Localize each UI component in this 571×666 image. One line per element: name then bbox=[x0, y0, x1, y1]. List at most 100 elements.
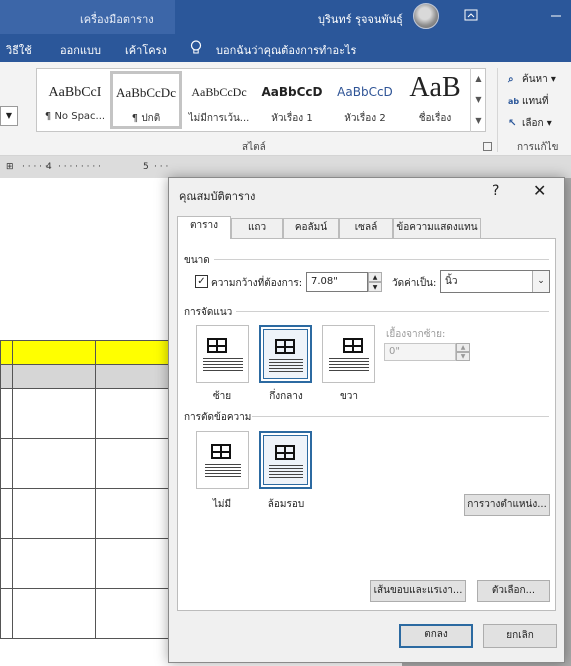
table-grid-icon bbox=[211, 444, 231, 459]
align-left-label: ซ้าย bbox=[212, 391, 232, 402]
style-name: ¶ No Spac... bbox=[44, 111, 106, 122]
minimize-icon[interactable] bbox=[548, 8, 564, 24]
style-name: หัวเรื่อง 1 bbox=[271, 113, 313, 124]
ribbon-display-icon[interactable] bbox=[463, 8, 479, 24]
alignment-section-label: การจัดแนว bbox=[184, 307, 233, 318]
tab-table[interactable]: ตาราง bbox=[177, 216, 231, 239]
align-right-option[interactable] bbox=[322, 325, 375, 383]
user-name[interactable]: บุรินทร์ รุจจนพันธุ์ bbox=[318, 10, 403, 28]
options-button[interactable]: ตัวเลือก... bbox=[477, 580, 550, 602]
group-divider bbox=[497, 68, 498, 152]
style-name: ไม่มีการเว้น... bbox=[188, 113, 250, 124]
style-sample: AaBbCcD bbox=[261, 85, 323, 99]
tab-help[interactable]: วิธีใช้ bbox=[6, 41, 32, 59]
select-button[interactable]: ↖ เลือก ▾ bbox=[508, 116, 552, 131]
chevron-down-icon[interactable]: ▼ bbox=[0, 106, 18, 126]
table-properties-dialog: คุณสมบัติตาราง ? ✕ ตาราง แถว คอลัมน์ เซล… bbox=[168, 177, 565, 663]
text-lines-icon bbox=[269, 465, 303, 479]
table-grid-icon bbox=[343, 338, 363, 353]
align-center-option[interactable] bbox=[259, 325, 312, 383]
wrap-around-label: ล้อมรอบ bbox=[267, 499, 305, 510]
size-section-label: ขนาด bbox=[184, 255, 210, 266]
styles-group-label: สไตล์ bbox=[242, 142, 266, 153]
ruler-number: 5 bbox=[143, 162, 149, 172]
styles-gallery: AaBbCcI ¶ No Spac... AaBbCcDc ¶ ปกติ AaB… bbox=[36, 68, 486, 132]
spin-down-icon[interactable]: ▼ bbox=[368, 282, 382, 292]
style-sample: AaB bbox=[409, 72, 461, 103]
preferred-width-checkbox[interactable]: ✓ bbox=[195, 275, 208, 288]
spin-up-icon[interactable]: ▲ bbox=[368, 272, 382, 282]
wrap-around-option[interactable] bbox=[259, 431, 312, 489]
tab-row[interactable]: แถว bbox=[231, 218, 283, 238]
style-sample: AaBbCcI bbox=[48, 85, 102, 100]
ruler-dots: · · · · · · · · bbox=[58, 162, 101, 172]
style-no-spacing[interactable]: AaBbCcI ¶ No Spac... bbox=[39, 71, 111, 129]
measure-in-select[interactable]: นิ้ว ⌄ bbox=[440, 270, 550, 293]
align-left-option[interactable] bbox=[196, 325, 249, 383]
divider bbox=[252, 416, 549, 417]
preferred-width-label: ความกว้างที่ต้องการ: bbox=[211, 278, 303, 289]
lightbulb-icon[interactable] bbox=[190, 40, 202, 59]
avatar[interactable] bbox=[413, 3, 439, 29]
style-name: ¶ ปกติ bbox=[131, 113, 161, 124]
text-lines-icon bbox=[269, 359, 303, 373]
replace-button[interactable]: ab แทนที่ bbox=[508, 94, 548, 109]
indent-input[interactable]: 0" bbox=[384, 343, 456, 361]
ribbon-home: ▼ AaBbCcI ¶ No Spac... AaBbCcDc ¶ ปกติ A… bbox=[0, 62, 571, 156]
wrap-none-option[interactable] bbox=[196, 431, 249, 489]
replace-icon: ab bbox=[508, 97, 520, 106]
positioning-button[interactable]: การวางตำแหน่ง... bbox=[464, 494, 550, 516]
horizontal-ruler[interactable]: ⊞ · · · · · 4 · · · · · · · · 5 · · · bbox=[0, 156, 571, 178]
cursor-icon: ↖ bbox=[508, 118, 517, 129]
width-input[interactable]: 7.08" bbox=[306, 272, 368, 292]
gallery-scroll: ▲ ▼ ▼ bbox=[470, 68, 486, 132]
help-icon[interactable]: ? bbox=[492, 183, 499, 199]
style-sample: AaBbCcD bbox=[337, 85, 393, 99]
style-heading-2[interactable]: AaBbCcD หัวเรื่อง 2 bbox=[329, 71, 401, 129]
ok-button[interactable]: ตกลง bbox=[399, 624, 473, 648]
text-lines-icon bbox=[329, 358, 369, 372]
ruler-dots: · · · bbox=[154, 162, 169, 172]
more-styles-icon[interactable]: ▼ bbox=[471, 110, 486, 131]
spin-up-icon[interactable]: ▲ bbox=[456, 343, 470, 352]
tab-cell[interactable]: เซลล์ bbox=[339, 218, 393, 238]
style-heading-1[interactable]: AaBbCcD หัวเรื่อง 1 bbox=[256, 71, 328, 129]
style-sample: AaBbCcDc bbox=[191, 85, 247, 99]
borders-shading-button[interactable]: เส้นขอบและแรเงา... bbox=[370, 580, 466, 602]
tab-stop-icon[interactable]: ⊞ bbox=[6, 162, 14, 172]
text-lines-icon bbox=[203, 358, 243, 372]
style-name: ชื่อเรื่อง bbox=[418, 113, 452, 124]
style-title[interactable]: AaB ชื่อเรื่อง bbox=[399, 71, 471, 129]
style-sample: AaBbCcDc bbox=[116, 85, 176, 100]
dialog-launcher-icon[interactable] bbox=[483, 142, 492, 151]
style-normal[interactable]: AaBbCcDc ¶ ปกติ bbox=[110, 71, 182, 129]
align-right-label: ขวา bbox=[339, 391, 359, 402]
editing-group-label: การแก้ไข bbox=[517, 142, 559, 153]
scroll-up-icon[interactable]: ▲ bbox=[471, 68, 486, 89]
scroll-down-icon[interactable]: ▼ bbox=[471, 89, 486, 110]
text-wrapping-section-label: การตัดข้อความ bbox=[184, 412, 252, 423]
find-button[interactable]: ⌕ ค้นหา ▾ bbox=[508, 72, 556, 87]
cancel-button[interactable]: ยกเลิก bbox=[483, 624, 557, 648]
dialog-tabs: ตาราง แถว คอลัมน์ เซลล์ ข้อความแสดงแทน bbox=[177, 216, 557, 239]
tab-design[interactable]: ออกแบบ bbox=[60, 41, 101, 59]
wrap-none-label: ไม่มี bbox=[212, 499, 232, 510]
search-icon: ⌕ bbox=[508, 74, 514, 85]
table-tab-panel: ขนาด ✓ ความกว้างที่ต้องการ: 7.08" ▲ ▼ วั… bbox=[177, 238, 556, 611]
text-lines-icon bbox=[205, 464, 241, 478]
tab-layout[interactable]: เค้าโครง bbox=[125, 41, 167, 59]
close-icon[interactable]: ✕ bbox=[533, 181, 546, 200]
tell-me-search[interactable]: บอกฉันว่าคุณต้องการทำอะไร bbox=[216, 41, 356, 59]
select-label: เลือก bbox=[522, 118, 544, 129]
context-title: เครื่องมือตาราง bbox=[80, 13, 154, 26]
find-label: ค้นหา bbox=[522, 74, 548, 85]
ruler-number: 4 bbox=[46, 162, 52, 172]
spin-down-icon[interactable]: ▼ bbox=[456, 352, 470, 361]
tab-alt-text[interactable]: ข้อความแสดงแทน bbox=[393, 218, 481, 238]
tab-column[interactable]: คอลัมน์ bbox=[283, 218, 339, 238]
title-bar: เครื่องมือตาราง บุรินทร์ รุจจนพันธุ์ bbox=[0, 0, 571, 34]
style-name: หัวเรื่อง 2 bbox=[344, 113, 386, 124]
style-no-indent[interactable]: AaBbCcDc ไม่มีการเว้น... bbox=[183, 71, 255, 129]
chevron-down-icon[interactable]: ⌄ bbox=[532, 271, 549, 292]
measure-in-value: นิ้ว bbox=[445, 276, 458, 287]
